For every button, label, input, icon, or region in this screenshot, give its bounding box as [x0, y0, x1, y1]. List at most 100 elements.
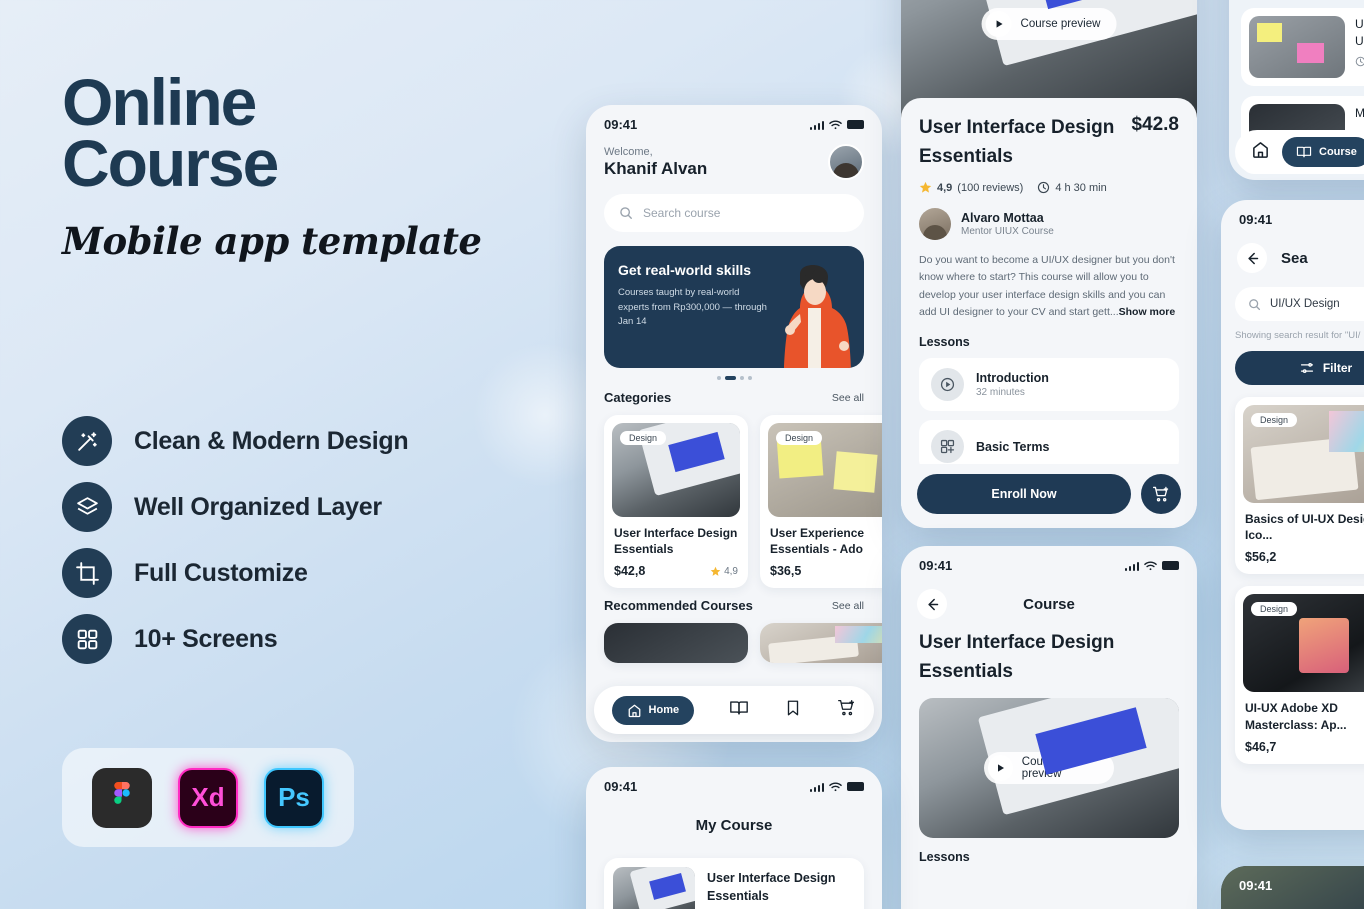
mentor-row[interactable]: Alvaro Mottaa Mentor UIUX Course — [919, 208, 1179, 240]
wifi-icon — [829, 120, 842, 129]
category-tag: Design — [1251, 413, 1298, 427]
course-thumbnail: Design — [1243, 594, 1364, 693]
page-title: Online Course — [62, 65, 532, 195]
search-result-card[interactable]: Design UI-UX Adobe XD Masterclass: Ap...… — [1235, 586, 1364, 764]
signal-icon — [809, 120, 824, 130]
cart-icon — [1152, 486, 1169, 502]
course-title-line1: Unl — [1355, 17, 1364, 31]
search-placeholder: Search course — [643, 206, 721, 220]
photoshop-logo: Ps — [264, 767, 324, 828]
user-name: Khanif Alvan — [604, 158, 708, 178]
page-title: My Course — [695, 816, 773, 834]
search-icon — [1249, 298, 1261, 310]
preview-label: Course preview — [1021, 756, 1062, 780]
feature-label: Well Organized Layer — [134, 492, 382, 521]
course-meta-row: 4,9 (100 reviews) 4 h 30 min — [919, 181, 1179, 194]
search-result-card[interactable]: Design Basics of UI-UX Design App Ico...… — [1235, 397, 1364, 575]
phone-course-list-partial: Unl Use 3 Mot Course — [1229, 0, 1364, 180]
star-icon — [710, 566, 721, 576]
filter-label: Filter — [1322, 361, 1353, 375]
course-meta: $56,2 4,8 — [1245, 550, 1364, 564]
course-card[interactable] — [604, 623, 748, 664]
nav-item-course[interactable]: Course — [1282, 137, 1364, 167]
welcome-row: Welcome, Khanif Alvan — [586, 136, 882, 180]
status-time: 09:41 — [604, 117, 638, 132]
nav-item-home[interactable]: Home — [611, 695, 695, 725]
phone-partial-bottom-right: 09:41 — [1221, 866, 1364, 909]
course-title: User Interface Design Essentials — [614, 526, 738, 557]
feature-label: Full Customize — [134, 558, 308, 587]
banner-illustration — [784, 265, 851, 368]
course-thumbnail — [604, 623, 748, 664]
software-badges: Xd Ps — [62, 748, 354, 847]
course-price: $46,7 — [1245, 739, 1277, 754]
status-time: 09:41 — [919, 558, 953, 573]
filter-button[interactable]: Filter — [1235, 351, 1364, 385]
lesson-item[interactable]: Introduction 32 minutes — [919, 358, 1179, 412]
category-tag: Design — [776, 431, 823, 445]
lesson-name: Basic Terms — [976, 439, 1050, 454]
status-bar: 09:41 — [1221, 866, 1364, 897]
course-preview-button[interactable]: Course preview — [981, 8, 1117, 40]
category-tag: Design — [620, 431, 667, 445]
lesson-duration: 32 minutes — [976, 387, 1025, 399]
course-title: UI-UX Adobe XD Masterclass: Ap... — [1245, 701, 1347, 732]
banner-pagination[interactable] — [586, 376, 882, 380]
arrow-left-icon — [1247, 252, 1258, 264]
course-preview-button[interactable]: Course preview — [984, 752, 1114, 784]
status-icons — [809, 782, 864, 792]
reviews-count: (100 reviews) — [957, 181, 1024, 194]
phone-search-screen: 09:41 Sea UI/UX Design Showing search re… — [1221, 200, 1364, 830]
battery-icon — [1162, 561, 1179, 570]
course-duration: 3 — [1355, 56, 1364, 67]
nav-label: Course — [1319, 146, 1357, 158]
lessons-title: Lessons — [919, 335, 970, 350]
add-to-cart-button[interactable] — [1141, 474, 1181, 514]
course-card[interactable]: Design User Experience Essentials - Ado … — [760, 415, 882, 589]
course-card[interactable] — [760, 623, 882, 664]
avatar[interactable] — [828, 144, 864, 180]
course-list-item[interactable]: Unl Use 3 — [1241, 8, 1364, 86]
course-thumbnail — [1249, 16, 1345, 78]
back-button[interactable] — [1237, 243, 1267, 273]
nav-label: Home — [648, 704, 680, 716]
course-thumbnail — [613, 867, 695, 909]
section-title: Categories — [604, 390, 672, 405]
course-title-line1: Mot — [1355, 106, 1364, 120]
course-price: $42.8 — [1131, 114, 1179, 135]
status-icons — [1124, 561, 1179, 571]
course-hero-image: Course preview — [919, 698, 1179, 838]
see-all-link[interactable]: See all — [832, 392, 864, 404]
nav-item-cart[interactable] — [837, 698, 856, 722]
course-title: User Interface Design Essentials — [919, 632, 1115, 682]
search-input[interactable]: UI/UX Design — [1235, 287, 1364, 321]
course-thumbnail — [760, 623, 882, 664]
home-icon — [628, 704, 640, 717]
promo-banner[interactable]: Get real-world skills Courses taught by … — [604, 246, 864, 368]
feature-item-screens: 10+ Screens — [62, 606, 408, 672]
nav-item-course[interactable] — [729, 698, 749, 723]
see-all-link[interactable]: See all — [832, 600, 864, 612]
course-meta: $46,7 4,7 — [1245, 740, 1364, 754]
play-icon — [988, 755, 1013, 781]
course-top-bar: Course — [901, 577, 1197, 623]
show-more-link[interactable]: Show more — [1119, 306, 1176, 318]
page-title: Sea — [1281, 249, 1308, 267]
promo-heading-block: Online Course Mobile app template — [62, 65, 532, 263]
nav-item-bookmark[interactable] — [784, 699, 802, 722]
bottom-navigation: Course — [1235, 130, 1364, 174]
star-icon — [919, 181, 932, 193]
enroll-button[interactable]: Enroll Now — [917, 474, 1131, 514]
nav-item-home[interactable] — [1251, 140, 1270, 164]
wifi-icon — [1144, 561, 1157, 570]
my-course-item[interactable]: User Interface Design Essentials — [604, 858, 864, 909]
course-price: $42,8 — [614, 564, 646, 579]
status-bar: 09:41 — [586, 105, 882, 136]
status-time: 09:41 — [604, 779, 638, 794]
recommended-section-header: Recommended Courses See all — [586, 598, 882, 613]
search-input[interactable]: Search course — [604, 194, 864, 232]
title-line-1: Online — [62, 65, 257, 139]
course-card[interactable]: Design User Interface Design Essentials … — [604, 415, 748, 589]
clock-icon — [1355, 56, 1364, 67]
course-title: User Interface Design Essentials — [919, 117, 1115, 167]
